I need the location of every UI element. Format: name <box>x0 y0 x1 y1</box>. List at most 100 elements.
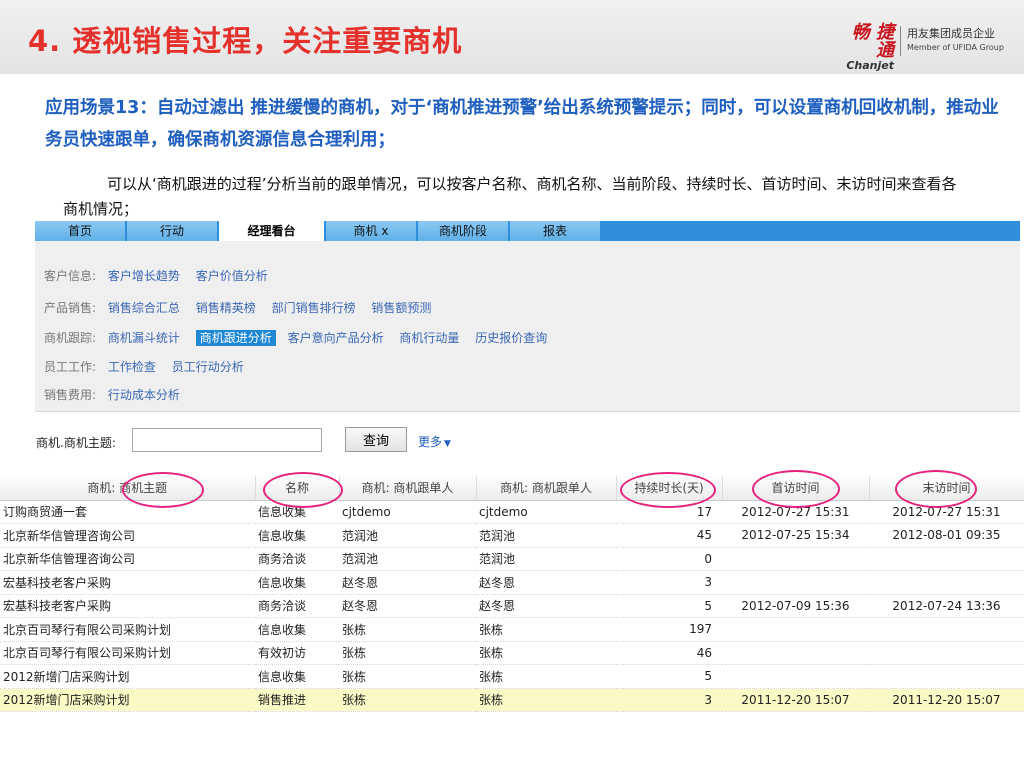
cell-owner-b: cjtdemo <box>476 500 616 524</box>
cell-owner-a: 范润池 <box>339 547 476 571</box>
menu-link-sales-summary[interactable]: 销售综合汇总 <box>108 301 180 315</box>
cell-subject: 2012新增门店采购计划 <box>0 664 255 689</box>
cell-owner-a: cjtdemo <box>339 500 476 524</box>
menu-link-action-cost[interactable]: 行动成本分析 <box>108 388 180 402</box>
cell-subject: 订购商贸通一套 <box>0 500 255 524</box>
cell-owner-a: 张栋 <box>339 664 476 689</box>
menu-link-staff-actions[interactable]: 员工行动分析 <box>172 360 244 374</box>
tab-opportunity-stage[interactable]: 商机阶段 <box>418 221 508 241</box>
cell-owner-a: 张栋 <box>339 688 476 712</box>
cell-duration: 197 <box>616 617 722 642</box>
table-row[interactable]: 北京百司琴行有限公司采购计划 有效初访 张栋 张栋 46 <box>0 641 1024 665</box>
tab-opportunity[interactable]: 商机 x <box>326 221 416 241</box>
slide-header: 4. 透视销售过程，关注重要商机 畅 捷 通 Chanjet 用友集团成员企业 … <box>0 0 1024 74</box>
menu-link-intent-products[interactable]: 客户意向产品分析 <box>288 331 384 345</box>
tab-manager-dashboard[interactable]: 经理看台 <box>219 221 324 241</box>
menu-link-customer-value[interactable]: 客户价值分析 <box>196 269 268 283</box>
ufida-group-label: 用友集团成员企业 Member of UFIDA Group <box>907 27 1004 55</box>
cell-duration: 0 <box>616 547 722 571</box>
cell-duration: 5 <box>616 664 722 689</box>
table-row[interactable]: 北京新华信管理咨询公司 信息收集 范润池 范润池 45 2012-07-25 1… <box>0 523 1024 548</box>
cell-stage: 商务洽谈 <box>255 547 339 571</box>
cell-owner-b: 赵冬恩 <box>476 594 616 618</box>
menu-link-work-check[interactable]: 工作检查 <box>108 360 156 374</box>
group-cn: 用友集团成员企业 <box>907 27 995 40</box>
cell-first-visit <box>722 570 869 595</box>
cell-last-visit: 2011-12-20 15:07 <box>869 688 1024 712</box>
table-row[interactable]: 宏基科技老客户采购 商务洽谈 赵冬恩 赵冬恩 5 2012-07-09 15:3… <box>0 594 1024 618</box>
cell-last-visit: 2012-08-01 09:35 <box>869 523 1024 548</box>
cell-stage: 信息收集 <box>255 664 339 689</box>
group-en: Member of UFIDA Group <box>907 43 1004 52</box>
cell-owner-a: 范润池 <box>339 523 476 548</box>
menu-label: 产品销售: <box>44 301 97 315</box>
menu-link-sales-elite[interactable]: 销售精英榜 <box>196 301 256 315</box>
menu-link-dept-ranking[interactable]: 部门销售排行榜 <box>272 301 356 315</box>
menu-label: 商机跟踪: <box>44 331 97 345</box>
cell-first-visit <box>722 547 869 571</box>
menu-link-customer-growth[interactable]: 客户增长趋势 <box>108 269 180 283</box>
more-filters-link[interactable]: 更多 ▼ <box>418 433 451 450</box>
table-row[interactable]: 宏基科技老客户采购 信息收集 赵冬恩 赵冬恩 3 <box>0 570 1024 595</box>
menu-link-quote-history[interactable]: 历史报价查询 <box>475 331 547 345</box>
cell-owner-b: 范润池 <box>476 523 616 548</box>
menu-row-opportunity: 商机跟踪: 商机漏斗统计 商机跟进分析 客户意向产品分析 商机行动量 历史报价查… <box>44 329 559 347</box>
col-owner-b[interactable]: 商机: 商机跟单人 <box>476 476 617 501</box>
caret-down-icon: ▼ <box>444 439 451 449</box>
tab-reports[interactable]: 报表 <box>510 221 600 241</box>
cell-owner-b: 赵冬恩 <box>476 570 616 595</box>
menu-link-followup-analysis[interactable]: 商机跟进分析 <box>195 330 276 346</box>
scenario-text: 应用场景13：自动过滤出 推进缓慢的商机，对于‘商机推进预警’给出系统预警提示；… <box>45 98 999 150</box>
menu-link-funnel[interactable]: 商机漏斗统计 <box>108 331 180 345</box>
cell-duration: 5 <box>616 594 722 618</box>
menu-row-customer: 客户信息: 客户增长趋势 客户价值分析 <box>44 267 280 285</box>
menu-row-product: 产品销售: 销售综合汇总 销售精英榜 部门销售排行榜 销售额预测 <box>44 299 443 317</box>
cell-first-visit: 2012-07-25 15:34 <box>722 523 869 548</box>
opportunity-followup-table: 商机: 商机主题 名称 商机: 商机跟单人 商机: 商机跟单人 持续时长(天) … <box>0 476 1024 712</box>
cell-subject: 宏基科技老客户采购 <box>0 570 255 595</box>
cell-first-visit <box>722 641 869 665</box>
search-label: 商机.商机主题: <box>36 436 116 450</box>
cell-stage: 信息收集 <box>255 523 339 548</box>
cell-duration: 3 <box>616 688 722 712</box>
menu-link-sales-forecast[interactable]: 销售额预测 <box>371 301 431 315</box>
cell-stage: 销售推进 <box>255 688 339 712</box>
cell-first-visit: 2011-12-20 15:07 <box>722 688 869 712</box>
opportunity-subject-input[interactable] <box>132 428 322 452</box>
table-row-selected[interactable]: 2012新增门店采购计划 销售推进 张栋 张栋 3 2011-12-20 15:… <box>0 688 1024 712</box>
menu-link-action-volume[interactable]: 商机行动量 <box>399 331 459 345</box>
cell-last-visit: 2012-07-24 13:36 <box>869 594 1024 618</box>
annotation-ellipse-duration <box>620 472 716 508</box>
col-owner-a[interactable]: 商机: 商机跟单人 <box>339 476 477 501</box>
cell-first-visit: 2012-07-09 15:36 <box>722 594 869 618</box>
main-tabbar: 首页 行动 经理看台 商机 x 商机阶段 报表 <box>35 221 1020 241</box>
cell-last-visit <box>869 641 1024 665</box>
cell-subject: 北京百司琴行有限公司采购计划 <box>0 617 255 642</box>
menu-label: 员工工作: <box>44 360 97 374</box>
description-text: 可以从‘商机跟进的过程’分析当前的跟单情况，可以按客户名称、商机名称、当前阶段、… <box>63 175 957 218</box>
tab-actions[interactable]: 行动 <box>127 221 217 241</box>
cell-owner-a: 赵冬恩 <box>339 594 476 618</box>
cell-owner-b: 范润池 <box>476 547 616 571</box>
table-row[interactable]: 北京新华信管理咨询公司 商务洽谈 范润池 范润池 0 <box>0 547 1024 571</box>
cell-stage: 信息收集 <box>255 617 339 642</box>
chanjet-logo: 畅 捷 通 Chanjet <box>830 24 894 72</box>
cell-last-visit <box>869 664 1024 689</box>
cell-stage: 商务洽谈 <box>255 594 339 618</box>
cell-owner-b: 张栋 <box>476 688 616 712</box>
cell-duration: 46 <box>616 641 722 665</box>
cell-owner-b: 张栋 <box>476 617 616 642</box>
cell-subject: 宏基科技老客户采购 <box>0 594 255 618</box>
report-menu-panel: 客户信息: 客户增长趋势 客户价值分析 产品销售: 销售综合汇总 销售精英榜 部… <box>35 241 1020 412</box>
tab-home[interactable]: 首页 <box>35 221 125 241</box>
cell-first-visit <box>722 617 869 642</box>
cell-duration: 45 <box>616 523 722 548</box>
table-row[interactable]: 北京百司琴行有限公司采购计划 信息收集 张栋 张栋 197 <box>0 617 1024 642</box>
query-button[interactable]: 查询 <box>345 427 407 452</box>
cell-stage: 信息收集 <box>255 570 339 595</box>
cell-subject: 北京新华信管理咨询公司 <box>0 547 255 571</box>
cell-duration: 3 <box>616 570 722 595</box>
more-label: 更多 <box>418 435 443 449</box>
slide-title: 4. 透视销售过程，关注重要商机 <box>28 24 463 58</box>
table-row[interactable]: 2012新增门店采购计划 信息收集 张栋 张栋 5 <box>0 664 1024 689</box>
